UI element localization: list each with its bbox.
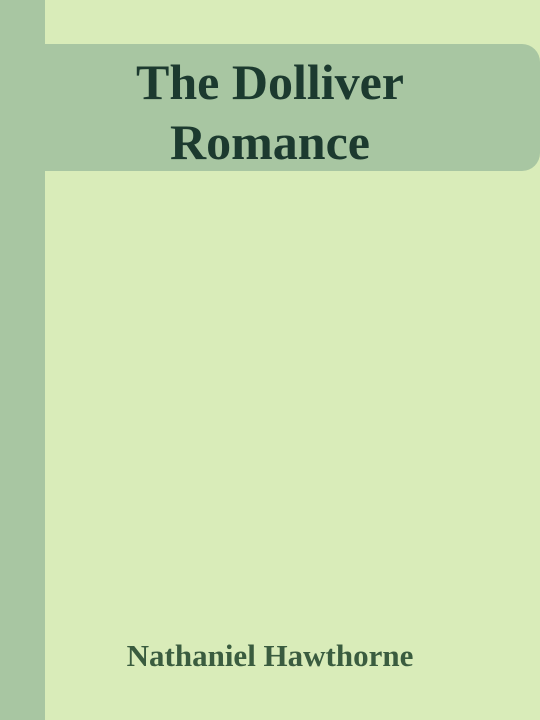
book-title-line-2: Romance (170, 114, 370, 170)
book-title-line-1: The Dolliver (135, 54, 405, 110)
book-cover: The Dolliver Romance Nathaniel Hawthorne (0, 0, 540, 720)
book-title: The Dolliver Romance (0, 52, 540, 172)
book-author: Nathaniel Hawthorne (126, 638, 414, 673)
